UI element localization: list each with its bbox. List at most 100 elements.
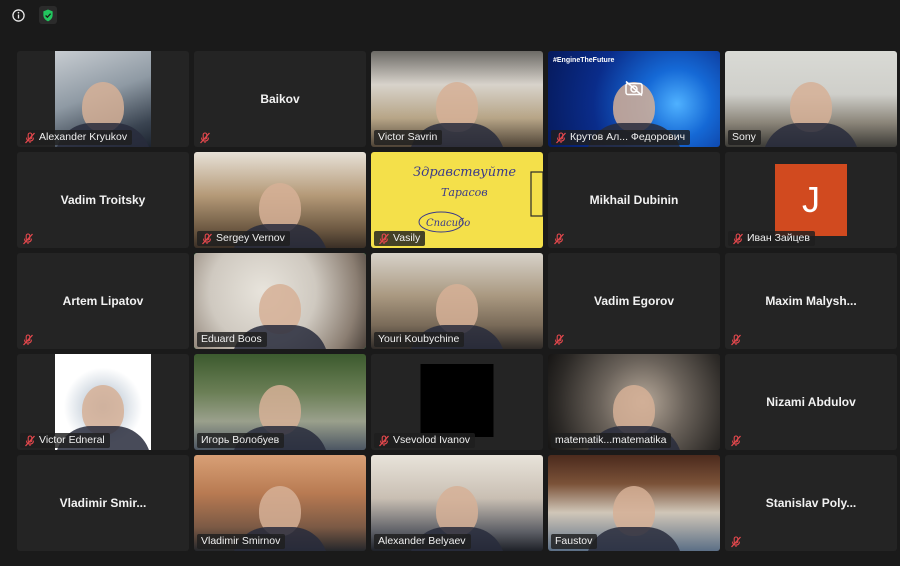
muted-mic-indicator [553,232,565,245]
muted-mic-indicator [730,535,742,548]
muted-mic-icon [25,434,35,446]
participant-tile[interactable]: Mikhail Dubinin [548,152,720,248]
avatar: J [775,164,847,236]
video-off-icon [624,81,644,102]
participant-tile[interactable]: Alexander Kryukov [17,51,189,147]
participant-tile[interactable]: Victor Edneral [17,354,189,450]
participant-tile[interactable]: Stanislav Poly... [725,455,897,551]
participant-name-label: Faustov [551,534,598,549]
participant-name: Vladimir Smir... [59,496,147,510]
participant-name-label: Игорь Волобуев [197,433,285,448]
participant-tile[interactable]: matematik...matematika [548,354,720,450]
participant-name-label: Sergey Vernov [197,231,290,246]
participant-name: Youri Koubychine [378,333,460,345]
top-bar [0,0,900,30]
participant-name-label: Крутов Ал... Федорович [551,130,691,145]
participant-name: Nizami Abdulov [766,395,856,409]
participant-name: Vasily [393,232,421,244]
participant-tile[interactable]: Youri Koubychine [371,253,543,349]
participant-name: Vladimir Smirnov [201,535,281,547]
person-shoulders [586,527,682,551]
participant-name-label: Vasily [374,231,426,246]
participant-tile[interactable]: Игорь Волобуев [194,354,366,450]
participant-name: Baikov [260,92,300,106]
muted-mic-icon [25,131,35,143]
muted-mic-indicator [22,232,34,245]
note-line-3: Спасибо [426,218,470,229]
security-status-button[interactable] [39,6,57,24]
participant-name-label: matematik...matematika [551,433,672,448]
muted-mic-icon [733,232,743,244]
muted-mic-indicator [22,333,34,346]
participant-tile[interactable]: Vladimir Smirnov [194,455,366,551]
participant-name: Sergey Vernov [216,232,285,244]
participant-tile[interactable]: J Иван Зайцев [725,152,897,248]
muted-mic-icon [202,232,212,244]
participant-tile[interactable]: Vadim Egorov [548,253,720,349]
shield-icon [43,8,53,21]
participant-name: Крутов Ал... Федорович [570,131,686,143]
meeting-info-button[interactable] [9,6,27,24]
participant-name-label: Alexander Kryukov [20,130,133,145]
participant-name: Eduard Boos [201,333,262,345]
muted-mic-icon [379,232,389,244]
participant-tile[interactable]: Alexander Belyaev [371,455,543,551]
participant-name-label: Eduard Boos [197,332,267,347]
muted-mic-indicator [730,333,742,346]
participant-name-label: Youri Koubychine [374,332,465,347]
participant-name-label: Vsevolod Ivanov [374,433,476,448]
muted-mic-indicator [553,333,565,346]
participant-tile[interactable]: Maxim Malysh... [725,253,897,349]
participant-name-label: Sony [728,130,761,145]
note-line-1: Здравствуйте [413,165,516,180]
participant-name: Maxim Malysh... [765,294,857,308]
participant-tile[interactable]: Vladimir Smir... [17,455,189,551]
participant-name: Vsevolod Ivanov [393,434,471,446]
participant-tile[interactable]: Sergey Vernov [194,152,366,248]
participant-video [420,364,494,437]
muted-mic-icon [379,434,389,446]
participant-tile[interactable]: Здравствуйте Тарасов Спасибо Vasily [371,152,543,248]
participant-name: Alexander Belyaev [378,535,466,547]
muted-mic-indicator [199,131,211,144]
participant-name: matematik...matematika [555,434,667,446]
participant-tile[interactable]: Vsevolod Ivanov [371,354,543,450]
participant-name-label: Vladimir Smirnov [197,534,286,549]
muted-mic-icon [556,131,566,143]
participant-name: Faustov [555,535,593,547]
muted-mic-icon [731,334,741,346]
info-icon [11,8,25,22]
participant-tile[interactable]: Faustov [548,455,720,551]
muted-mic-icon [731,435,741,447]
muted-mic-icon [23,233,33,245]
participant-name: Mikhail Dubinin [589,193,679,207]
participant-tile[interactable]: Sony [725,51,897,147]
muted-mic-icon [23,334,33,346]
participant-name: Иван Зайцев [747,232,810,244]
note-line-2: Тарасов [441,186,488,199]
participant-name: Vadim Troitsky [60,193,146,207]
participant-tile[interactable]: Eduard Boos [194,253,366,349]
participant-tile[interactable]: Baikov [194,51,366,147]
participant-name: Victor Savrin [378,131,438,143]
participant-tile[interactable]: #EngineTheFuture Крутов Ал... Федорович [548,51,720,147]
participant-name: Sony [732,131,756,143]
muted-mic-icon [731,536,741,548]
participant-name: Victor Edneral [39,434,105,446]
participant-name: Vadim Egorov [593,294,675,308]
muted-mic-indicator [730,434,742,447]
participant-name: Artem Lipatov [62,294,144,308]
participant-tile[interactable]: Artem Lipatov [17,253,189,349]
participant-name-label: Иван Зайцев [728,231,815,246]
muted-mic-icon [554,334,564,346]
participant-tile[interactable]: Vadim Troitsky [17,152,189,248]
muted-mic-icon [554,233,564,245]
muted-mic-icon [200,132,210,144]
person-shoulders [763,123,859,147]
participant-gallery: Alexander Kryukov Baikov Victor Savrin #Eng… [17,51,897,551]
participant-tile[interactable]: Victor Savrin [371,51,543,147]
participant-name: Игорь Волобуев [201,434,280,446]
participant-name-label: Victor Savrin [374,130,443,145]
participant-name-label: Victor Edneral [20,433,110,448]
participant-tile[interactable]: Nizami Abdulov [725,354,897,450]
